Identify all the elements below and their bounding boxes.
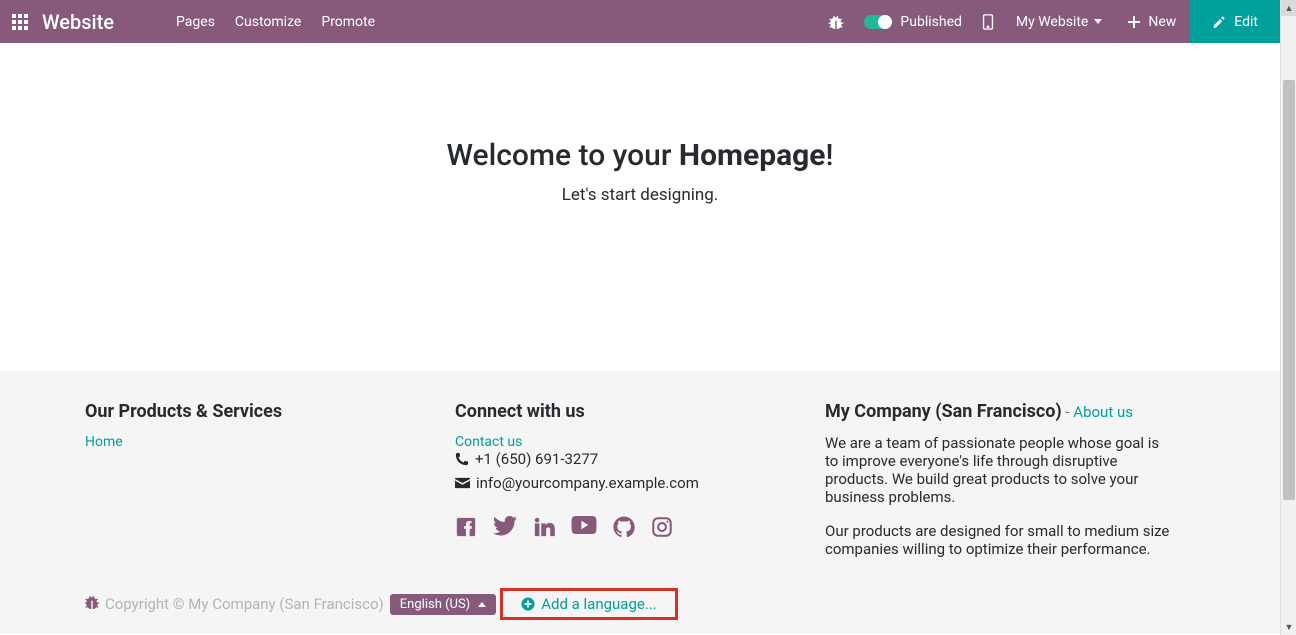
add-language-link[interactable]: Add a language... [521,595,657,613]
envelope-icon [455,477,470,489]
pencil-icon [1212,15,1226,29]
mobile-preview-icon[interactable] [972,0,1004,43]
twitter-icon[interactable] [493,516,517,542]
footer-col-products: Our Products & Services Home [85,401,455,566]
youtube-icon[interactable] [571,516,597,542]
footer-link-contact[interactable]: Contact us [455,434,522,450]
footer-heading-products: Our Products & Services [85,401,435,422]
website-dropdown-label: My Website [1016,14,1088,30]
nav-promote[interactable]: Promote [311,3,385,41]
phone-icon [455,452,469,466]
facebook-icon[interactable] [455,516,477,542]
top-navbar: Website Pages Customize Promote Publishe… [0,0,1280,43]
chevron-up-icon [478,602,486,607]
plus-icon [1128,16,1140,28]
published-label: Published [900,14,961,30]
github-icon[interactable] [613,516,635,542]
footer-heading-company: My Company (San Francisco) - About us [825,401,1175,422]
website-dropdown[interactable]: My Website [1004,0,1114,43]
scroll-up-arrow[interactable]: ▲ [1281,0,1296,16]
footer-company-desc2: Our products are designed for small to m… [825,522,1175,558]
apps-icon[interactable] [0,14,42,30]
add-language-highlight: Add a language... [500,588,678,620]
scroll-down-arrow[interactable]: ▼ [1281,619,1296,635]
nav-pages[interactable]: Pages [166,3,225,41]
scrollbar[interactable]: ▲ ▼ [1280,0,1296,635]
bug-icon[interactable] [818,0,854,43]
nav-customize[interactable]: Customize [225,3,311,41]
footer-heading-connect: Connect with us [455,401,805,422]
plus-circle-icon [521,597,535,611]
new-button[interactable]: New [1114,0,1190,43]
main-content: Welcome to your Homepage! Let's start de… [0,43,1280,371]
footer-company-desc1: We are a team of passionate people whose… [825,434,1175,506]
instagram-icon[interactable] [651,516,673,542]
edit-label: Edit [1234,14,1258,30]
edit-button[interactable]: Edit [1190,0,1280,43]
bug-icon[interactable] [85,595,99,613]
footer-link-home[interactable]: Home [85,434,123,450]
new-label: New [1148,14,1176,30]
footer: Our Products & Services Home Connect wit… [0,371,1280,634]
copyright-text: Copyright © My Company (San Francisco) [105,595,384,613]
footer-col-company: My Company (San Francisco) - About us We… [825,401,1195,566]
published-toggle[interactable]: Published [854,0,971,43]
chevron-down-icon [1094,19,1102,24]
page-subtitle: Let's start designing. [0,185,1280,205]
language-selector[interactable]: English (US) [390,594,496,615]
scroll-thumb[interactable] [1283,80,1295,500]
footer-phone: +1 (650) 691-3277 [455,450,805,468]
footer-email: info@yourcompany.example.com [455,474,805,492]
page-title: Welcome to your Homepage! [0,138,1280,173]
footer-col-connect: Connect with us Contact us +1 (650) 691-… [455,401,825,566]
footer-link-about[interactable]: About us [1073,403,1133,421]
brand-title[interactable]: Website [42,10,136,34]
bottom-bar: Copyright © My Company (San Francisco) E… [85,566,1195,634]
linkedin-icon[interactable] [533,516,555,542]
